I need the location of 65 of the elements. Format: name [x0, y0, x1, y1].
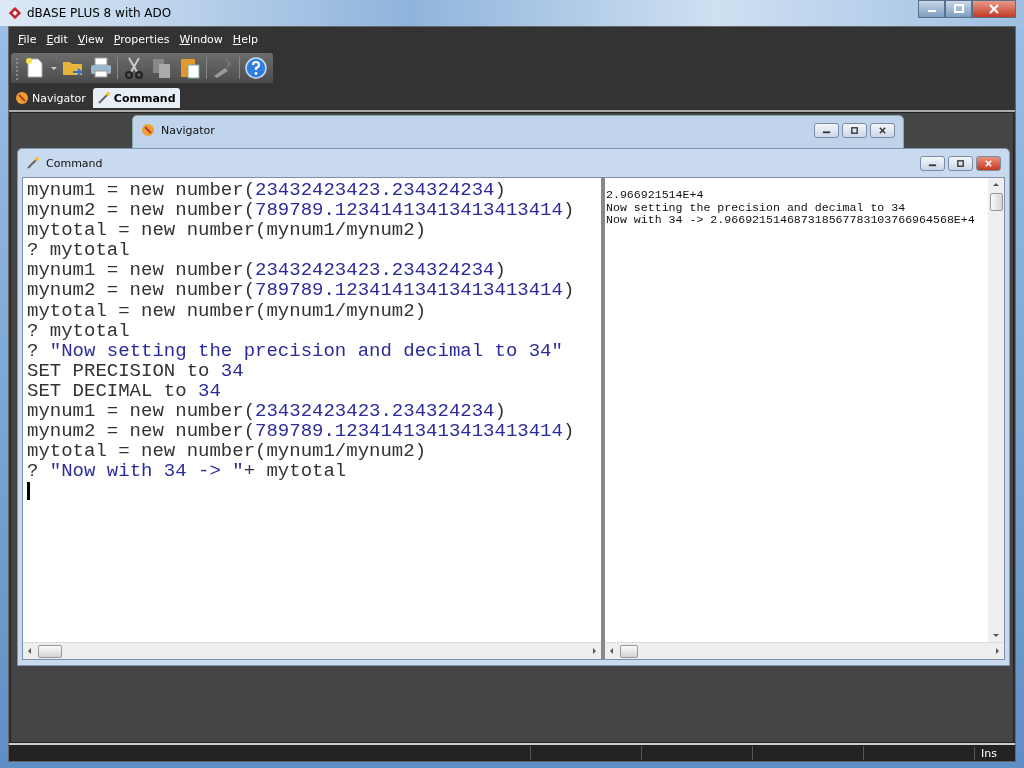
- restore-icon: [850, 125, 859, 135]
- printer-icon[interactable]: [89, 56, 113, 80]
- restore-icon: [956, 158, 965, 168]
- insert-mode-indicator: Ins: [974, 746, 1015, 760]
- close-button[interactable]: [870, 122, 895, 138]
- tab[interactable]: Navigator: [11, 88, 90, 108]
- down-arrow-icon[interactable]: [992, 631, 1000, 639]
- menu-item[interactable]: Properties: [108, 33, 175, 51]
- vertical-scrollbar[interactable]: [988, 178, 1004, 642]
- code-line: ? "Now with 34 -> "+ mytotal: [27, 461, 348, 482]
- restore-button[interactable]: [948, 155, 973, 171]
- menu-item[interactable]: Help: [227, 33, 263, 51]
- code-line: mytotal = new number(mynum1/mynum2): [27, 220, 428, 241]
- code-line: SET PRECISION to 34: [27, 360, 245, 381]
- output-line: Now with 34 -> 2.966921514687318567783103766964568E+4: [606, 214, 976, 227]
- help-icon[interactable]: [244, 56, 268, 80]
- horizontal-scrollbar[interactable]: [605, 642, 1004, 659]
- code-line: mytotal = new number(mynum1/mynum2): [27, 300, 428, 321]
- paste-icon[interactable]: [178, 56, 202, 80]
- window-title: dBASE PLUS 8 with ADO: [27, 6, 172, 20]
- minimize-button[interactable]: [920, 155, 945, 171]
- window-title: Navigator: [161, 123, 215, 137]
- code-line: ? mytotal: [27, 240, 131, 261]
- scroll-thumb[interactable]: [38, 644, 62, 658]
- close-icon: [878, 125, 887, 135]
- output-line: Now setting the precision and decimal to 34: [606, 201, 907, 214]
- scroll-thumb[interactable]: [620, 644, 638, 658]
- menu-item[interactable]: View: [72, 33, 109, 51]
- right-arrow-icon[interactable]: [590, 647, 598, 655]
- right-arrow-icon[interactable]: [993, 647, 1001, 655]
- text-cursor: [27, 482, 30, 501]
- close-icon: [984, 158, 993, 168]
- code-line: mynum2 = new number(789789.12341413413413413414): [27, 421, 576, 442]
- restore-button[interactable]: [842, 122, 867, 138]
- tab[interactable]: Command: [92, 88, 180, 108]
- close-button[interactable]: [976, 155, 1001, 171]
- grip-icon: [15, 56, 19, 80]
- menu-item[interactable]: Edit: [41, 33, 73, 51]
- code-line: mynum1 = new number(23432423423.234324234): [27, 260, 507, 281]
- code-line: mytotal = new number(mynum1/mynum2): [27, 441, 428, 462]
- code-line: ? "Now setting the precision and decimal to 34": [27, 340, 564, 361]
- code-line: SET DECIMAL to 34: [27, 380, 222, 402]
- horizontal-scrollbar[interactable]: [23, 642, 601, 659]
- maximize-button[interactable]: [945, 0, 972, 18]
- code-line: mynum1 = new number(23432423423.234324234): [27, 401, 507, 422]
- code-line: ? mytotal: [27, 320, 131, 341]
- app-logo-icon: [8, 6, 22, 20]
- left-arrow-icon[interactable]: [26, 647, 34, 655]
- minimize-button[interactable]: [918, 0, 945, 18]
- left-arrow-icon[interactable]: [608, 647, 616, 655]
- window-title: Command: [46, 156, 103, 170]
- minimize-button[interactable]: [814, 122, 839, 138]
- code-line: mynum2 = new number(789789.12341413413413413414): [27, 200, 576, 221]
- maximize-icon: [953, 4, 964, 14]
- up-arrow-icon[interactable]: [992, 181, 1000, 189]
- output-line: 2.966921514E+4: [606, 189, 705, 202]
- code-line: mynum2 = new number(789789.12341413413413413414): [27, 280, 576, 301]
- menu-item[interactable]: Window: [174, 33, 228, 51]
- code-line: mynum1 = new number(23432423423.234324234): [27, 180, 507, 201]
- wand-icon: [26, 156, 40, 170]
- close-icon: [989, 4, 999, 14]
- menu-item[interactable]: File: [13, 33, 42, 51]
- scroll-thumb[interactable]: [989, 193, 1003, 211]
- wand-icon: [96, 91, 111, 105]
- scissors-icon[interactable]: [122, 56, 146, 80]
